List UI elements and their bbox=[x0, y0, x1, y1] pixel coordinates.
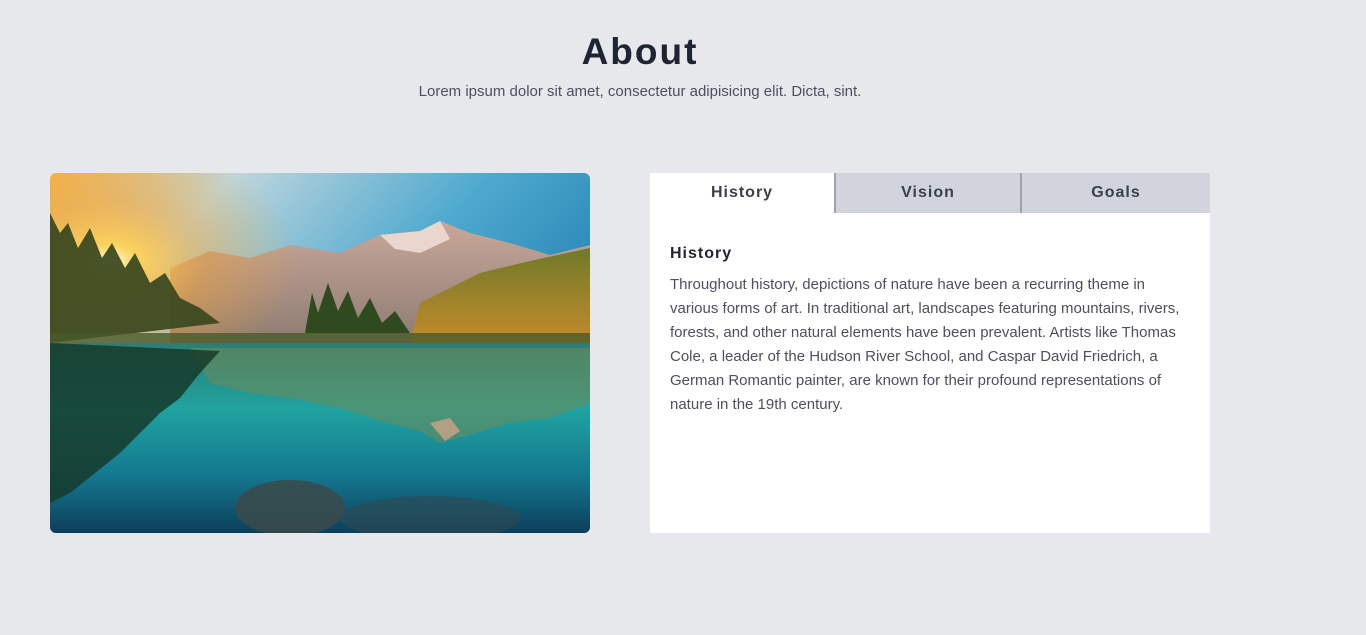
tabs-panel: History Vision Goals History Throughout … bbox=[650, 173, 1210, 533]
section-header: About Lorem ipsum dolor sit amet, consec… bbox=[0, 30, 1280, 102]
page-title: About bbox=[581, 31, 699, 72]
tab-vision[interactable]: Vision bbox=[836, 173, 1022, 213]
about-section: About Lorem ipsum dolor sit amet, consec… bbox=[0, 0, 1366, 635]
tab-content: History Throughout history, depictions o… bbox=[650, 213, 1210, 417]
tab-bar: History Vision Goals bbox=[650, 173, 1210, 213]
tab-goals[interactable]: Goals bbox=[1022, 173, 1210, 213]
landscape-image bbox=[50, 173, 590, 533]
tab-history[interactable]: History bbox=[650, 173, 836, 213]
content-body: Throughout history, depictions of nature… bbox=[670, 276, 1180, 413]
content-title: History bbox=[670, 245, 733, 262]
page-subtitle: Lorem ipsum dolor sit amet, consectetur … bbox=[418, 83, 862, 100]
